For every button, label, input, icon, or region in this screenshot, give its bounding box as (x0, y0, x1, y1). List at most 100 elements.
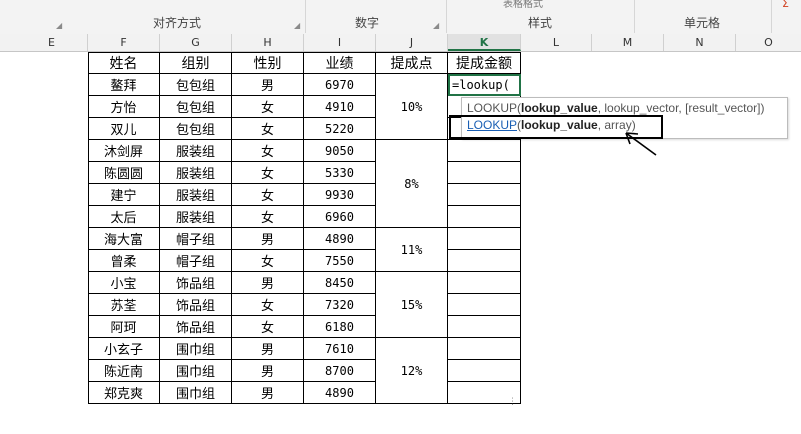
cell-sales[interactable]: 7610 (304, 338, 376, 360)
cell-name[interactable]: 曾柔 (88, 250, 160, 272)
cell-name[interactable]: 小宝 (88, 272, 160, 294)
ribbon-table-format-label[interactable]: 表格格式 (503, 0, 543, 10)
cell-sales[interactable]: 5220 (304, 118, 376, 140)
cell-name[interactable]: 沐剑屏 (88, 140, 160, 162)
table-header-cell[interactable]: 性别 (232, 52, 304, 74)
cell-gender[interactable]: 男 (232, 338, 304, 360)
cell-group[interactable]: 包包组 (160, 74, 232, 96)
cell-sales[interactable]: 5330 (304, 162, 376, 184)
cell-group[interactable]: 饰品组 (160, 294, 232, 316)
cell-group[interactable]: 包包组 (160, 96, 232, 118)
merged-rate-cell[interactable]: 10% (376, 74, 448, 140)
cell-sales[interactable]: 6960 (304, 206, 376, 228)
merged-rate-cell[interactable]: 8% (376, 140, 448, 228)
cell-name[interactable]: 陈圆圆 (88, 162, 160, 184)
alignment-dialog-launcher-icon[interactable]: ◢ (294, 21, 300, 30)
cell-group[interactable]: 围巾组 (160, 382, 232, 404)
column-header-e[interactable]: E (16, 34, 88, 51)
cell-name[interactable]: 太后 (88, 206, 160, 228)
cell-name[interactable]: 建宁 (88, 184, 160, 206)
column-header-i[interactable]: I (304, 34, 376, 51)
cell-gender[interactable]: 女 (232, 140, 304, 162)
cell-name[interactable]: 双儿 (88, 118, 160, 140)
cell-gender[interactable]: 男 (232, 74, 304, 96)
cell-sales[interactable]: 4890 (304, 382, 376, 404)
cell-gender[interactable]: 男 (232, 360, 304, 382)
cell-commission[interactable] (448, 162, 521, 184)
column-header-n[interactable]: N (664, 34, 736, 51)
cell-commission[interactable] (448, 316, 521, 338)
cell-sales[interactable]: 9930 (304, 184, 376, 206)
table-header-cell[interactable]: 姓名 (88, 52, 160, 74)
cell-group[interactable]: 服装组 (160, 162, 232, 184)
cell-group[interactable]: 包包组 (160, 118, 232, 140)
cell-gender[interactable]: 女 (232, 206, 304, 228)
cell-commission[interactable] (448, 206, 521, 228)
cell-commission[interactable] (448, 140, 521, 162)
cell-group[interactable]: 服装组 (160, 184, 232, 206)
merged-rate-cell[interactable]: 15% (376, 272, 448, 338)
cell-name[interactable]: 鳌拜 (88, 74, 160, 96)
ribbon-editing-icon[interactable]: Σ (782, 0, 789, 10)
cell-sales[interactable]: 7320 (304, 294, 376, 316)
cell-group[interactable]: 围巾组 (160, 338, 232, 360)
cell-commission[interactable] (448, 228, 521, 250)
cell-group[interactable]: 围巾组 (160, 360, 232, 382)
table-header-cell[interactable]: 提成金额 (448, 52, 521, 74)
cell-group[interactable]: 饰品组 (160, 272, 232, 294)
cell-commission[interactable] (448, 184, 521, 206)
resize-handle-icon[interactable]: ⋮ (508, 397, 517, 407)
column-header-k[interactable]: K (448, 34, 521, 51)
number-dialog-launcher-icon[interactable]: ◢ (433, 21, 439, 30)
cell-gender[interactable]: 女 (232, 316, 304, 338)
cell-group[interactable]: 服装组 (160, 206, 232, 228)
cell-gender[interactable]: 女 (232, 294, 304, 316)
cell-sales[interactable]: 6180 (304, 316, 376, 338)
cell-sales[interactable]: 4890 (304, 228, 376, 250)
table-header-cell[interactable]: 提成点 (376, 52, 448, 74)
cell-name[interactable]: 苏荃 (88, 294, 160, 316)
cell-group[interactable]: 服装组 (160, 140, 232, 162)
cell-commission[interactable] (448, 272, 521, 294)
cell-sales[interactable]: 8450 (304, 272, 376, 294)
column-header-j[interactable]: J (376, 34, 448, 51)
cell-commission[interactable] (448, 360, 521, 382)
cell-name[interactable]: 阿珂 (88, 316, 160, 338)
merged-rate-cell[interactable]: 11% (376, 228, 448, 272)
cell-commission[interactable] (448, 338, 521, 360)
cell-name[interactable]: 海大富 (88, 228, 160, 250)
font-dialog-launcher-icon[interactable]: ◢ (56, 21, 62, 30)
cell-name[interactable]: 郑克爽 (88, 382, 160, 404)
column-header-m[interactable]: M (592, 34, 664, 51)
column-header-g[interactable]: G (160, 34, 232, 51)
cell-gender[interactable]: 女 (232, 118, 304, 140)
cell-name[interactable]: 方怡 (88, 96, 160, 118)
cell-sales[interactable]: 4910 (304, 96, 376, 118)
cell-sales[interactable]: 7550 (304, 250, 376, 272)
cell-gender[interactable]: 女 (232, 250, 304, 272)
column-header-h[interactable]: H (232, 34, 304, 51)
table-header-cell[interactable]: 组别 (160, 52, 232, 74)
cell-group[interactable]: 帽子组 (160, 228, 232, 250)
column-header-l[interactable]: L (521, 34, 592, 51)
cell-gender[interactable]: 女 (232, 184, 304, 206)
cell-gender[interactable]: 男 (232, 382, 304, 404)
cell-name[interactable]: 小玄子 (88, 338, 160, 360)
active-cell-formula[interactable]: =lookup( (448, 74, 521, 96)
merged-rate-cell[interactable]: 12% (376, 338, 448, 404)
cell-name[interactable]: 陈近南 (88, 360, 160, 382)
cell-group[interactable]: 饰品组 (160, 316, 232, 338)
cell-group[interactable]: 帽子组 (160, 250, 232, 272)
cell-gender[interactable]: 男 (232, 228, 304, 250)
cell-commission[interactable] (448, 294, 521, 316)
cell-sales[interactable]: 8700 (304, 360, 376, 382)
cell-gender[interactable]: 女 (232, 162, 304, 184)
cell-gender[interactable]: 女 (232, 96, 304, 118)
column-header-f[interactable]: F (88, 34, 160, 51)
table-header-cell[interactable]: 业绩 (304, 52, 376, 74)
cell-sales[interactable]: 9050 (304, 140, 376, 162)
cell-commission[interactable] (448, 250, 521, 272)
cell-sales[interactable]: 6970 (304, 74, 376, 96)
column-header-o[interactable]: O (736, 34, 801, 51)
cell-gender[interactable]: 男 (232, 272, 304, 294)
